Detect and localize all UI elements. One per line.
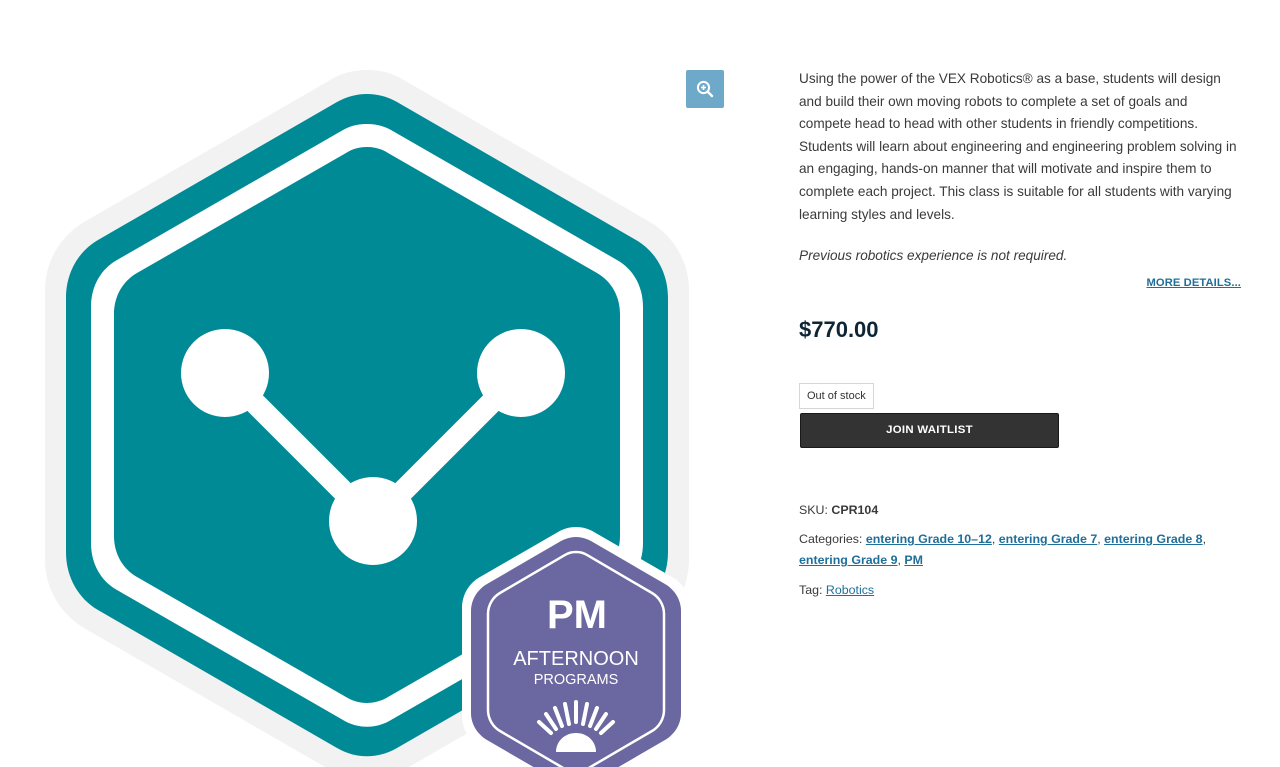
badge-line2-text: PROGRAMS — [534, 672, 619, 688]
product-description: Using the power of the VEX Robotics® as … — [799, 71, 1237, 222]
product-gallery: PM AFTERNOON PROGRAMS — [0, 0, 760, 767]
tag-row: Tag: Robotics — [799, 580, 1241, 600]
sku-row: SKU: CPR104 — [799, 500, 1241, 520]
tag-label: Tag: — [799, 583, 823, 598]
sku-label: SKU: — [799, 503, 828, 518]
experience-note: Previous robotics experience is not requ… — [799, 248, 1068, 264]
category-link-grade-10-12[interactable]: entering Grade 10–12 — [866, 532, 992, 546]
product-price: $770.00 — [799, 317, 879, 343]
categories-label: Categories: — [799, 532, 863, 547]
more-details-link[interactable]: MORE DETAILS... — [799, 277, 1241, 289]
category-link-grade-8[interactable]: entering Grade 8 — [1104, 532, 1202, 546]
category-link-grade-9[interactable]: entering Grade 9 — [799, 553, 897, 567]
tag-link-robotics[interactable]: Robotics — [826, 583, 874, 597]
join-waitlist-button[interactable]: JOIN WAITLIST — [800, 413, 1059, 449]
category-link-grade-7[interactable]: entering Grade 7 — [999, 532, 1097, 546]
sku-value: CPR104 — [831, 503, 879, 518]
product-page: PM AFTERNOON PROGRAMS Using the power of… — [0, 0, 1280, 767]
product-image[interactable]: PM AFTERNOON PROGRAMS — [0, 0, 760, 767]
zoom-in-icon — [696, 80, 714, 98]
badge-line1-text: AFTERNOON — [513, 648, 639, 670]
badge-pm-text: PM — [547, 593, 607, 637]
product-meta: SKU: CPR104 Categories: entering Grade 1… — [799, 500, 1241, 600]
zoom-button[interactable] — [686, 70, 724, 108]
category-link-pm[interactable]: PM — [904, 553, 923, 567]
categories-row: Categories: entering Grade 10–12, enteri… — [799, 532, 1207, 568]
stock-status: Out of stock — [799, 383, 874, 410]
product-summary: Using the power of the VEX Robotics® as … — [799, 68, 1241, 609]
